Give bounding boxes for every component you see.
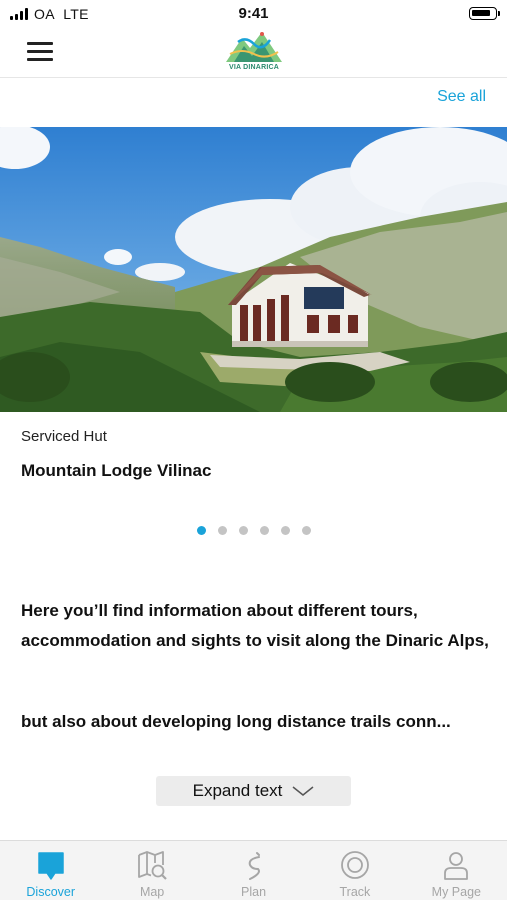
track-icon bbox=[341, 851, 369, 879]
via-dinarica-logo[interactable]: VIA DINARICA bbox=[224, 30, 284, 76]
logo-mountains-icon bbox=[226, 32, 282, 62]
tab-discover[interactable]: Discover bbox=[0, 841, 101, 900]
pagination-dot[interactable] bbox=[301, 526, 311, 535]
card-title[interactable]: Mountain Lodge Vilinac bbox=[21, 461, 211, 481]
map-icon bbox=[138, 851, 167, 880]
pagination-dot[interactable] bbox=[217, 526, 227, 535]
logo-text: VIA DINARICA bbox=[229, 64, 279, 71]
carousel-pagination bbox=[0, 526, 507, 535]
plan-icon bbox=[248, 852, 260, 880]
pagination-dot[interactable] bbox=[259, 526, 269, 535]
chevron-down-icon bbox=[292, 786, 314, 796]
intro-paragraph-truncated: but also about developing long distance … bbox=[21, 712, 451, 731]
card-category: Serviced Hut bbox=[21, 428, 107, 445]
tab-label: Map bbox=[139, 885, 165, 899]
discover-icon bbox=[37, 852, 64, 880]
pagination-dot[interactable] bbox=[280, 526, 290, 535]
hamburger-menu-icon[interactable] bbox=[27, 40, 53, 62]
tab-label: Discover bbox=[26, 885, 76, 899]
status-bar: OA LTE 9:41 bbox=[0, 0, 507, 28]
app-header: VIA DINARICA bbox=[0, 28, 507, 78]
see-all-link[interactable]: See all bbox=[437, 88, 486, 106]
expand-text-label: Expand text bbox=[192, 781, 283, 800]
tab-label: Plan bbox=[241, 885, 267, 899]
tab-map[interactable]: Map bbox=[101, 841, 202, 900]
status-time: 9:41 bbox=[238, 5, 269, 22]
tab-label: My Page bbox=[431, 885, 481, 899]
intro-paragraph: Here you’ll find information about diffe… bbox=[21, 601, 489, 650]
pagination-dot[interactable] bbox=[238, 526, 248, 535]
tab-track[interactable]: Track bbox=[304, 841, 405, 900]
tab-label: Track bbox=[339, 885, 371, 899]
expand-text-button[interactable]: Expand text bbox=[156, 776, 351, 806]
bottom-tab-bar: Discover Map Plan Track My Page bbox=[0, 840, 507, 900]
user-icon bbox=[444, 852, 469, 880]
battery-icon bbox=[469, 7, 500, 20]
tab-my-page[interactable]: My Page bbox=[406, 841, 507, 900]
featured-hero-image[interactable] bbox=[0, 127, 507, 412]
pagination-dot-active[interactable] bbox=[196, 526, 206, 535]
tab-plan[interactable]: Plan bbox=[203, 841, 304, 900]
